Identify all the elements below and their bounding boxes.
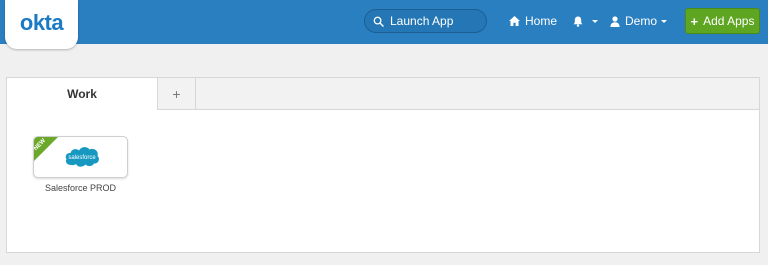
home-link[interactable]: Home (509, 11, 557, 31)
chevron-down-icon (592, 19, 598, 23)
add-apps-label: Add Apps (703, 14, 755, 28)
search-input[interactable] (390, 14, 480, 28)
tab-work-label: Work (67, 87, 97, 101)
user-icon (610, 15, 620, 27)
search-icon (373, 16, 384, 27)
app-label-salesforce[interactable]: Salesforce PROD (33, 183, 128, 193)
add-tab-button[interactable]: + (158, 78, 196, 109)
user-menu[interactable]: Demo (610, 11, 668, 31)
notifications-menu[interactable] (573, 11, 598, 31)
dashboard-panel: Work + NEW salesforce Salesforce PROD (6, 77, 760, 253)
tab-work[interactable]: Work (7, 78, 158, 110)
bell-icon (573, 16, 583, 27)
salesforce-logo-text: salesforce (68, 155, 96, 161)
user-name: Demo (625, 14, 658, 28)
home-label: Home (525, 14, 558, 28)
launch-app-search[interactable] (364, 9, 487, 33)
app-tile-salesforce[interactable]: NEW salesforce (33, 136, 128, 178)
plus-icon: + (172, 85, 181, 102)
top-navigation-bar: okta Home Demo + Add Apps (0, 0, 768, 49)
logo-text: okta (19, 9, 64, 35)
salesforce-logo: salesforce (65, 147, 99, 167)
tab-bar: Work + (7, 78, 759, 110)
chevron-down-icon (661, 19, 668, 23)
home-icon (509, 16, 520, 26)
plus-icon: + (690, 13, 699, 29)
add-apps-button[interactable]: + Add Apps (685, 8, 760, 34)
okta-logo[interactable]: okta (5, 0, 78, 49)
